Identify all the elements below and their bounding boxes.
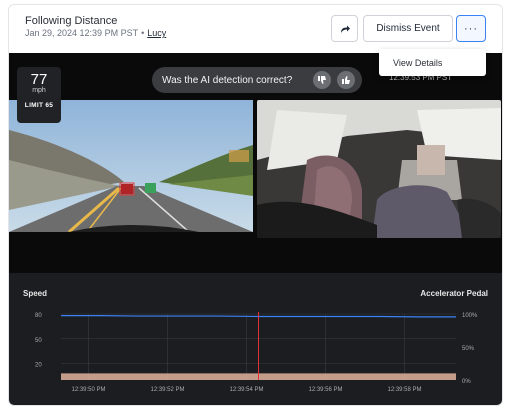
speed-overlay: 77 mph LIMIT 65 (17, 67, 61, 123)
video-player[interactable]: 77 mph LIMIT 65 12:39:53 PM PST Was the … (9, 53, 502, 273)
y-right-tick-label: 0% (462, 379, 471, 385)
telemetry-plot[interactable]: 80 50 20 100% 50% 0% 12:39:50 PM 12:39:52 PM 12:… (9, 273, 503, 406)
thumbs-up-button[interactable] (337, 71, 355, 89)
y-right-tick-label: 50% (462, 346, 475, 352)
y-right-tick-label: 100% (462, 313, 478, 319)
speed-unit: mph (32, 87, 46, 94)
x-tick-label: 12:39:58 PM (387, 387, 421, 393)
event-card: Following Distance Jan 29, 2024 12:39 PM… (8, 4, 503, 406)
share-icon (340, 25, 350, 33)
more-options-button[interactable]: ··· (456, 15, 486, 42)
y-left-tick-label: 20 (35, 363, 42, 369)
share-button[interactable] (331, 15, 358, 42)
y-left-tick-label: 50 (35, 338, 42, 344)
thumbs-down-icon (318, 76, 326, 84)
y-left-tick-label: 80 (35, 313, 42, 319)
cabin-camera-view (257, 100, 501, 238)
x-tick-label: 12:39:54 PM (229, 387, 263, 393)
event-title: Following Distance (25, 15, 118, 27)
x-tick-label: 12:39:52 PM (150, 387, 184, 393)
ai-feedback-text: Was the AI detection correct? (162, 74, 293, 86)
x-tick-label: 12:39:50 PM (71, 387, 105, 393)
speed-value: 77 (30, 71, 48, 88)
ai-feedback-prompt: Was the AI detection correct? (152, 67, 362, 93)
thumbs-up-icon (342, 76, 350, 84)
driver-link[interactable]: Lucy (147, 28, 166, 38)
menu-item-view-details[interactable]: View Details (393, 58, 442, 68)
more-icon: ··· (464, 22, 478, 35)
separator: • (141, 28, 145, 38)
x-tick-label: 12:39:56 PM (308, 387, 342, 393)
speed-limit: LIMIT 65 (24, 102, 54, 109)
dismiss-event-button[interactable]: Dismiss Event (363, 15, 453, 42)
telemetry-chart: Speed Accelerator Pedal 80 50 20 100% 50% 0% 1… (9, 273, 503, 406)
more-options-menu: View Details (379, 49, 486, 76)
thumbs-down-button[interactable] (313, 71, 331, 89)
event-header: Following Distance Jan 29, 2024 12:39 PM… (9, 5, 502, 53)
event-subtitle: Jan 29, 2024 12:39 PM PST • Lucy (25, 28, 166, 38)
event-date: Jan 29, 2024 12:39 PM PST (25, 28, 139, 38)
